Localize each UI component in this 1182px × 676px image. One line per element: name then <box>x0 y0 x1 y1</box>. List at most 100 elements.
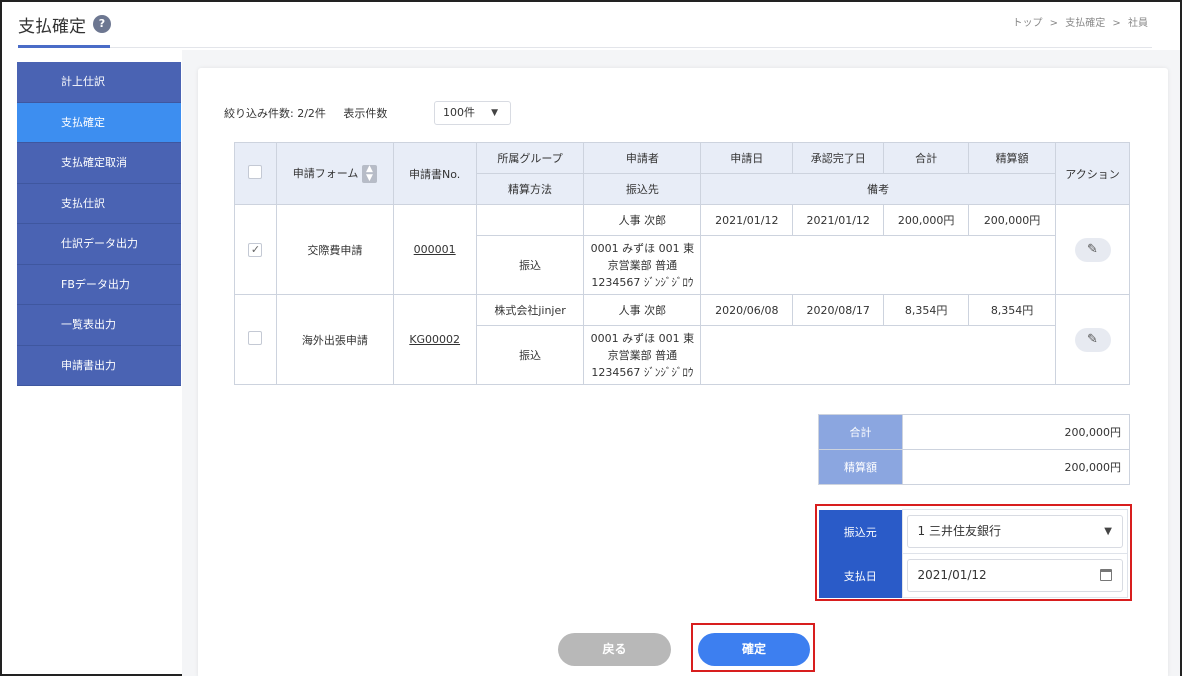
bank-line: 0001 みずほ 001 東 <box>590 331 695 345</box>
row-settle: 200,000円 <box>968 204 1057 236</box>
table-header-row: 申請フォーム ▲ ▼ 申請書No. 所属グループ 申請者 申請日 承認完了日 合計… <box>234 142 1130 205</box>
row-approve-date: 2021/01/12 <box>792 204 885 236</box>
totals-table: 合計 200,000円 精算額 200,000円 <box>818 414 1130 485</box>
payment-source-row: 振込元 1 三井住友銀行 ▼ <box>819 509 1128 554</box>
calendar-icon[interactable] <box>1100 569 1112 581</box>
pencil-icon[interactable]: ✎ <box>1074 327 1111 352</box>
page-header: 支払確定 ? トップ > 支払確定 > 社員 <box>2 2 1180 50</box>
sidebar-item-accrual-journal[interactable]: 計上仕訳 <box>17 62 181 103</box>
row-total: 8,354円 <box>883 294 970 326</box>
bank-line: 1234567 ｼﾞﾝｼﾞｼﾞﾛｳ <box>591 365 694 379</box>
row-apply-date: 2021/01/12 <box>700 204 794 236</box>
payment-date-cell: 2021/01/12 <box>901 553 1128 598</box>
sidebar-item-payment-confirm[interactable]: 支払確定 <box>17 102 181 143</box>
row-checkbox-cell <box>234 294 277 385</box>
payment-source-value: 1 三井住友銀行 <box>917 524 1001 538</box>
table-row: 海外出張申請 KG00002 株式会社jinjer 人事 次郎 2020/06/… <box>234 294 1130 385</box>
sidebar-item-list-export[interactable]: 一覧表出力 <box>17 305 181 346</box>
breadcrumb-payment[interactable]: 支払確定 <box>1065 18 1105 29</box>
payment-date-label: 支払日 <box>819 553 902 598</box>
bank-line: 1234567 ｼﾞﾝｼﾞｼﾞﾛｳ <box>591 275 694 289</box>
row-action-cell: ✎ <box>1055 294 1130 385</box>
application-no-link[interactable]: KG00002 <box>409 333 460 346</box>
per-page-select[interactable]: 100件 ▼ <box>434 101 511 125</box>
payment-date-value: 2021/01/12 <box>917 568 987 582</box>
header-form-label: 申請フォーム <box>292 166 359 180</box>
bank-line: 0001 みずほ 001 東 <box>590 241 695 255</box>
header-form: 申請フォーム ▲ ▼ <box>275 142 394 205</box>
confirm-button[interactable]: 確定 <box>698 633 810 666</box>
select-all-checkbox[interactable] <box>248 165 263 179</box>
header-total: 合計 <box>883 142 970 174</box>
row-checkbox-cell: ✓ <box>234 204 277 295</box>
row-no-cell: KG00002 <box>392 294 477 385</box>
payment-form: 振込元 1 三井住友銀行 ▼ 支払日 2021/01/12 <box>819 509 1128 598</box>
filter-count: 絞り込み件数: 2/2件 <box>224 107 326 120</box>
total-label: 合計 <box>818 414 903 450</box>
payment-source-cell: 1 三井住友銀行 ▼ <box>901 509 1128 554</box>
row-form: 交際費申請 <box>275 204 394 295</box>
row-checkbox-checked[interactable]: ✓ <box>248 242 263 257</box>
payment-source-label: 振込元 <box>819 509 902 554</box>
row-method: 振込 <box>475 325 585 385</box>
header-checkbox-cell <box>234 142 277 205</box>
payment-date-row: 支払日 2021/01/12 <box>819 553 1128 598</box>
per-page-label: 表示件数 <box>343 107 388 120</box>
per-page-value: 100件 <box>443 106 475 119</box>
row-bank: 0001 みずほ 001 東 京営業部 普通 1234567 ｼﾞﾝｼﾞｼﾞﾛｳ <box>583 235 702 295</box>
sidebar: 計上仕訳 支払確定 支払確定取消 支払仕訳 仕訳データ出力 FBデータ出力 一覧… <box>17 62 181 386</box>
header-apply-date: 申請日 <box>700 142 794 174</box>
row-settle: 8,354円 <box>968 294 1057 326</box>
settle-label: 精算額 <box>818 449 903 485</box>
sidebar-item-fb-export[interactable]: FBデータ出力 <box>17 265 181 305</box>
header-settle: 精算額 <box>968 142 1057 174</box>
row-form: 海外出張申請 <box>275 294 394 385</box>
header-approve-date: 承認完了日 <box>792 142 885 174</box>
bank-line: 京営業部 普通 <box>607 348 678 362</box>
row-action-cell: ✎ <box>1055 204 1130 295</box>
row-applicant: 人事 次郎 <box>583 204 702 236</box>
table-row: ✓ 交際費申請 000001 人事 次郎 2021/01/12 2021/01/… <box>234 204 1130 295</box>
filter-row: 絞り込み件数: 2/2件 表示件数 <box>224 105 387 121</box>
header-note: 備考 <box>700 173 1057 205</box>
payment-source-select[interactable]: 1 三井住友銀行 ▼ <box>906 515 1123 548</box>
help-icon[interactable]: ? <box>93 15 111 33</box>
bank-line: 京営業部 普通 <box>607 258 678 272</box>
row-approve-date: 2020/08/17 <box>792 294 885 326</box>
row-method: 振込 <box>475 235 585 295</box>
breadcrumb-current: 社員 <box>1128 18 1148 29</box>
header-no: 申請書No. <box>392 142 477 205</box>
application-no-link[interactable]: 000001 <box>414 243 456 256</box>
row-note <box>700 235 1057 295</box>
caret-down-icon: ▼ <box>491 108 498 118</box>
header-action: アクション <box>1055 142 1130 205</box>
back-button[interactable]: 戻る <box>558 633 671 666</box>
pencil-icon[interactable]: ✎ <box>1074 237 1111 262</box>
applications-table: 申請フォーム ▲ ▼ 申請書No. 所属グループ 申請者 申請日 承認完了日 合計… <box>234 142 1130 385</box>
title-underline <box>18 45 110 48</box>
settle-value: 200,000円 <box>902 449 1130 485</box>
totals-row: 合計 200,000円 <box>818 414 1130 450</box>
row-checkbox[interactable] <box>248 331 263 345</box>
sidebar-item-payment-cancel[interactable]: 支払確定取消 <box>17 143 181 184</box>
breadcrumb-separator: > <box>1112 18 1121 29</box>
payment-date-input[interactable]: 2021/01/12 <box>906 559 1123 592</box>
row-applicant: 人事 次郎 <box>583 294 702 326</box>
total-value: 200,000円 <box>902 414 1130 450</box>
caret-down-icon: ▼ <box>1104 526 1112 537</box>
breadcrumb-top[interactable]: トップ <box>1012 18 1042 29</box>
row-apply-date: 2020/06/08 <box>700 294 794 326</box>
header-method: 精算方法 <box>475 173 585 205</box>
sidebar-item-journal-export[interactable]: 仕訳データ出力 <box>17 224 181 265</box>
header-divider <box>110 47 1152 48</box>
row-note <box>700 325 1057 385</box>
row-total: 200,000円 <box>883 204 970 236</box>
breadcrumb: トップ > 支払確定 > 社員 <box>1010 14 1150 29</box>
sidebar-item-application-export[interactable]: 申請書出力 <box>17 346 181 386</box>
page-title: 支払確定 <box>18 17 86 37</box>
sort-icon[interactable]: ▲ ▼ <box>361 164 377 183</box>
sidebar-item-payment-journal[interactable]: 支払仕訳 <box>17 184 181 224</box>
totals-row: 精算額 200,000円 <box>818 449 1130 485</box>
header-group: 所属グループ <box>475 142 585 174</box>
row-no-cell: 000001 <box>392 204 477 295</box>
